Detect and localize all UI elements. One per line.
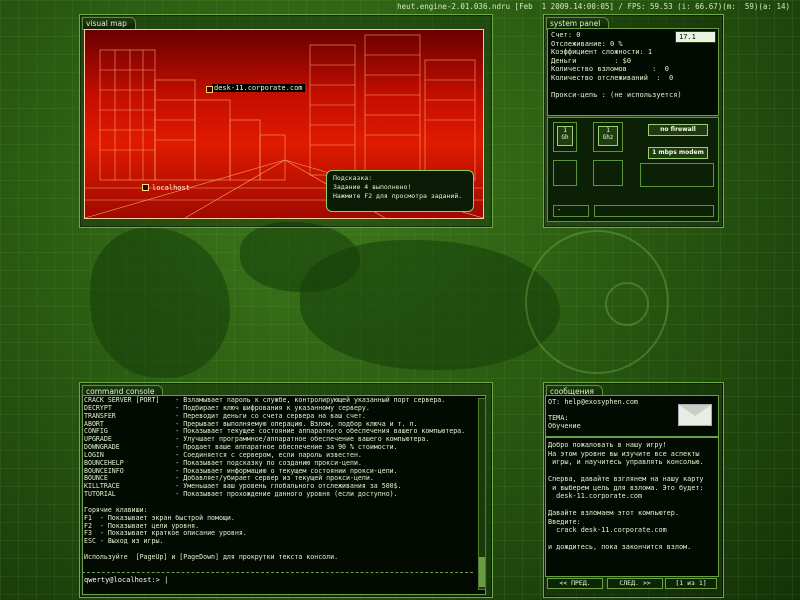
stat-line: Количество отслеживаний : 0: [551, 73, 674, 82]
local-node-icon[interactable]: [142, 184, 149, 191]
stat-line: Количество взломов : 0: [551, 65, 670, 74]
hw-slot[interactable]: [593, 160, 623, 186]
target-node-label[interactable]: desk-11.corporate.com: [212, 84, 305, 92]
console-text: CRACK SERVER [PORT] - Взламывает пароль …: [84, 396, 465, 562]
console-scrollbar[interactable]: [478, 398, 486, 590]
console-hotkey-line: ESC - Выход из игры.: [84, 537, 164, 546]
hw-slot-wide[interactable]: [594, 205, 714, 217]
stat-line: Коэффициент сложности: 1: [551, 48, 653, 57]
stat-line: Деньги : $0: [551, 56, 632, 65]
hint-line: Нажмите F2 для просмотра заданий.: [333, 192, 463, 200]
modem-module[interactable]: 1 mbps modem: [648, 147, 708, 159]
cpu-chip-1[interactable]: 1 Gh: [557, 126, 573, 146]
console-input[interactable]: qwerty@localhost:> |: [84, 576, 168, 584]
stat-line: Отслеживание: 0 %: [551, 39, 623, 48]
message-page-indicator: [1 из 1]: [665, 578, 717, 589]
hint-box: Подсказка: Задание 4 выполнено! Нажмите …: [326, 170, 474, 212]
engine-status-bar: heut.engine-2.01.036.ndru [Feb 1 2009.14…: [397, 2, 790, 11]
firewall-module[interactable]: no firewall: [648, 124, 708, 136]
console-divider: [82, 572, 473, 573]
prev-message-button[interactable]: << ПРЕД.: [547, 578, 603, 589]
radar-circle-inner: [605, 282, 649, 326]
stat-line: Прокси-цепь : (не используется): [551, 91, 682, 100]
cpu-chip-2[interactable]: 1 Ghz: [598, 126, 618, 146]
envelope-icon: [678, 404, 712, 426]
console-scroll-hint: Используйте [PageUp] и [PageDown] для пр…: [84, 552, 339, 561]
next-message-button[interactable]: СЛЕД. >>: [607, 578, 663, 589]
stat-line: [551, 83, 682, 92]
hint-title: Подсказка:: [333, 174, 373, 182]
hint-line: Задание 4 выполнено!: [333, 183, 412, 191]
message-body: Добро пожаловать в нашу игру! На этом ур…: [548, 441, 704, 551]
scrollbar-thumb[interactable]: [479, 557, 485, 587]
console-command-line: TUTORIAL - Показывает прохождение данног…: [84, 490, 398, 499]
hw-slot[interactable]: [553, 160, 577, 186]
hw-slot[interactable]: [640, 163, 714, 187]
target-node-icon[interactable]: [206, 86, 213, 93]
hw-slot-label: -: [557, 206, 562, 214]
local-node-label[interactable]: localhost: [150, 184, 192, 192]
stat-line: Счет: 0: [551, 31, 581, 39]
hw-slot-small[interactable]: -: [553, 205, 589, 217]
system-stats: Счет: 0 Отслеживание: 0 % Коэффициент сл…: [551, 31, 682, 100]
